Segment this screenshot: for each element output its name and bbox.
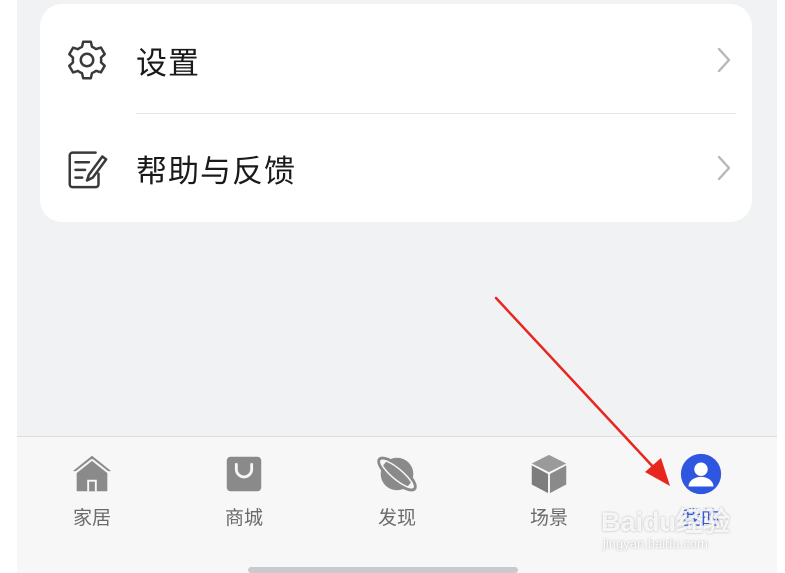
tab-mine-label: 我的 bbox=[681, 507, 720, 529]
tab-mine[interactable]: 我的 bbox=[651, 451, 751, 531]
tab-scene[interactable]: 场景 bbox=[499, 451, 599, 531]
cube-icon bbox=[531, 454, 567, 494]
chevron-right-icon bbox=[717, 47, 731, 73]
bottom-tab-bar: 家居 商城 发现 场景 我的 bbox=[17, 436, 777, 573]
tab-discover[interactable]: 发现 bbox=[347, 451, 447, 531]
feedback-icon bbox=[68, 151, 108, 189]
home-icon bbox=[72, 455, 112, 492]
settings-label: 设置 bbox=[136, 45, 200, 82]
tab-mall-label: 商城 bbox=[224, 507, 263, 529]
phone-screen: 设置 帮助与反馈 家居 商城 发现 场景 我的 bbox=[17, 0, 777, 573]
settings-card: 设置 帮助与反馈 bbox=[40, 4, 752, 222]
home-indicator bbox=[248, 567, 518, 573]
help-feedback-row[interactable]: 帮助与反馈 bbox=[40, 114, 752, 222]
tab-mall[interactable]: 商城 bbox=[194, 451, 294, 531]
gear-icon bbox=[68, 40, 106, 80]
chevron-right-icon bbox=[717, 155, 731, 181]
settings-row[interactable]: 设置 bbox=[40, 6, 752, 114]
tab-discover-label: 发现 bbox=[377, 507, 416, 529]
user-icon bbox=[680, 453, 722, 495]
help-feedback-label: 帮助与反馈 bbox=[136, 153, 296, 190]
tab-home[interactable]: 家居 bbox=[42, 451, 142, 531]
tab-scene-label: 场景 bbox=[529, 507, 568, 529]
planet-icon bbox=[377, 456, 417, 492]
tab-home-label: 家居 bbox=[72, 507, 111, 529]
shopping-bag-icon bbox=[226, 456, 262, 492]
